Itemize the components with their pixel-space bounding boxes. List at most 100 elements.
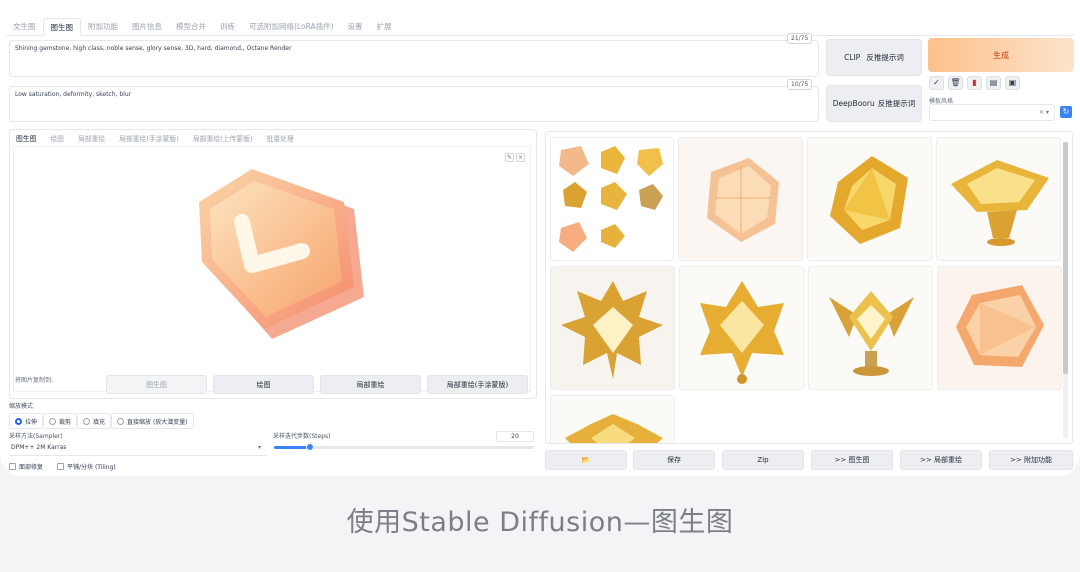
- steps-label: 采样迭代步数(Steps): [273, 433, 331, 440]
- radio-dot: [83, 417, 91, 425]
- clipboard-icon[interactable]: ▤: [986, 76, 1001, 90]
- tab-extras[interactable]: 附加功能: [81, 18, 125, 36]
- zip-button[interactable]: Zip: [722, 450, 804, 470]
- deepbooru-interrogate-button[interactable]: DeepBooru 反推提示词: [826, 85, 922, 122]
- gem-image-star: [700, 281, 784, 384]
- tab-additional-networks[interactable]: 可选附加网络(LoRA插件): [242, 18, 341, 36]
- negative-token-counter: 10/75: [787, 79, 813, 90]
- refresh-icon[interactable]: ↻: [1060, 106, 1072, 118]
- steps-input[interactable]: 20: [496, 431, 534, 442]
- copy-to-sketch-button[interactable]: 绘图: [213, 375, 314, 394]
- send-to-inpaint-button[interactable]: >> 局部重绘: [900, 450, 982, 470]
- tab-txt2img[interactable]: 文生图: [6, 18, 43, 36]
- gallery-scrollbar[interactable]: [1063, 142, 1068, 438]
- edit-icon[interactable]: ✎: [505, 153, 514, 162]
- gallery-image[interactable]: [937, 266, 1062, 390]
- slide-caption: 使用Stable Diffusion—图生图: [346, 507, 734, 538]
- tab-checkpoint-merger[interactable]: 模型合并: [169, 18, 213, 36]
- send-to-extras-button[interactable]: >> 附加功能: [989, 450, 1073, 470]
- sampler-select[interactable]: DPM++ 2M Karras: [9, 440, 267, 456]
- radio-label: 裁剪: [59, 418, 72, 426]
- template-style-select[interactable]: × ▾: [929, 104, 1055, 121]
- tool-icon-row: ✓ 🗑 ▮ ▤ ▣: [929, 76, 1020, 90]
- folder-icon: 📂: [581, 456, 591, 464]
- checkbox-box: [9, 463, 16, 470]
- copy-to-inpaint-sketch-button[interactable]: 局部重绘(手涂蒙版): [427, 375, 528, 394]
- tiling-checkbox[interactable]: 平铺/分块 (Tiling): [57, 462, 116, 471]
- gem-image-peach-2: [956, 285, 1044, 367]
- radio-dot: [49, 417, 57, 425]
- gem-image-peach: [707, 158, 779, 242]
- tab-settings[interactable]: 设置: [341, 18, 370, 36]
- copy-to-inpaint-button[interactable]: 局部重绘: [320, 375, 421, 394]
- subtab-inpaint-upload[interactable]: 局部重绘(上传蒙版): [186, 131, 260, 145]
- generate-button[interactable]: 生成: [928, 38, 1074, 72]
- copy-to-img2img-button[interactable]: 图生图: [106, 375, 207, 394]
- gallery-image[interactable]: [679, 266, 804, 390]
- deepbooru-label: DeepBooru: [832, 99, 875, 108]
- steps-slider-thumb[interactable]: [306, 443, 315, 451]
- checkbox-label: 平铺/分块 (Tiling): [67, 464, 116, 471]
- send-to-img2img-button[interactable]: >> 图生图: [811, 450, 893, 470]
- gem-image-partial: [565, 414, 663, 443]
- resize-option-fill[interactable]: 填充: [77, 413, 112, 429]
- grid-image: [559, 146, 663, 252]
- radio-label: 直接缩放 (放大潜变量): [127, 418, 188, 426]
- webui-window: 文生图 图生图 附加功能 图片信息 模型合并 训练 可选附加网络(LoRA插件)…: [0, 0, 1080, 476]
- resize-option-crop[interactable]: 裁剪: [43, 413, 78, 429]
- copy-image-to-label: 将图片复制到:: [15, 377, 54, 384]
- tab-train[interactable]: 训练: [213, 18, 242, 36]
- gallery-image[interactable]: [678, 137, 803, 261]
- resize-option-stretch[interactable]: 拉伸: [9, 413, 44, 429]
- gem-image-trophy: [829, 291, 914, 376]
- gem-image-ring: [951, 160, 1049, 246]
- tab-extensions[interactable]: 扩展: [370, 18, 399, 36]
- open-folder-button[interactable]: 📂: [545, 450, 627, 470]
- source-image-canvas[interactable]: [13, 146, 531, 392]
- radio-label: 拉伸: [25, 418, 38, 426]
- save-style-icon[interactable]: ▣: [1005, 76, 1020, 90]
- source-image-badge: [199, 169, 364, 339]
- output-gallery: [545, 131, 1073, 444]
- red-card-icon[interactable]: ▮: [967, 76, 982, 90]
- check-icon[interactable]: ✓: [929, 76, 944, 90]
- option-checkboxes: 面部修复 平铺/分块 (Tiling): [9, 462, 116, 471]
- save-button[interactable]: 保存: [633, 450, 715, 470]
- gallery-image[interactable]: [550, 266, 675, 390]
- radio-dot: [15, 417, 22, 425]
- trash-icon[interactable]: 🗑: [948, 76, 963, 90]
- img2img-sub-tabs: 图生图 绘图 局部重绘 局部重绘(手涂蒙版) 局部重绘(上传蒙版) 批量处理: [9, 131, 301, 145]
- close-icon[interactable]: ×: [516, 153, 525, 162]
- negative-prompt-input[interactable]: Low saturation, deformity, sketch, blur: [9, 86, 819, 122]
- steps-slider-fill: [274, 446, 311, 449]
- clip-interrogate-button[interactable]: CLIP 反推提示词: [826, 39, 922, 76]
- resize-mode-label: 缩放模式: [9, 403, 34, 410]
- subtab-inpaint[interactable]: 局部重绘: [71, 131, 112, 145]
- checkbox-label: 面部修复: [19, 464, 44, 471]
- face-restore-checkbox[interactable]: 面部修复: [9, 462, 43, 471]
- gallery-scroll-thumb[interactable]: [1063, 142, 1068, 374]
- steps-slider[interactable]: [274, 443, 534, 451]
- gallery-image[interactable]: [807, 137, 932, 261]
- gallery-image[interactable]: [808, 266, 933, 390]
- subtab-sketch[interactable]: 绘图: [43, 131, 71, 145]
- gallery-grid-thumbnail[interactable]: [550, 137, 674, 261]
- radio-label: 填充: [93, 418, 106, 426]
- subtab-inpaint-sketch[interactable]: 局部重绘(手涂蒙版): [112, 131, 186, 145]
- radio-dot: [117, 417, 125, 425]
- checkbox-box: [57, 463, 65, 470]
- tab-png-info[interactable]: 图片信息: [125, 18, 169, 36]
- tab-img2img[interactable]: 图生图: [42, 18, 81, 36]
- resize-option-latent[interactable]: 直接缩放 (放大潜变量): [111, 413, 194, 429]
- subtab-batch[interactable]: 批量处理: [260, 131, 301, 145]
- resize-mode-group: 拉伸 裁剪 填充 直接缩放 (放大潜变量): [9, 413, 194, 429]
- positive-prompt-input[interactable]: Shining gemstone, high class, noble sens…: [9, 40, 819, 77]
- positive-token-counter: 21/75: [787, 33, 813, 44]
- gem-image-gold: [830, 156, 908, 244]
- gallery-image[interactable]: [936, 137, 1061, 261]
- chevron-down-icon[interactable]: ▾: [258, 444, 261, 451]
- sampler-label: 采样方法(Sampler): [9, 433, 63, 440]
- clip-action-label: 反推提示词: [866, 53, 904, 62]
- gallery-image[interactable]: [550, 395, 675, 443]
- subtab-img2img[interactable]: 图生图: [9, 131, 43, 145]
